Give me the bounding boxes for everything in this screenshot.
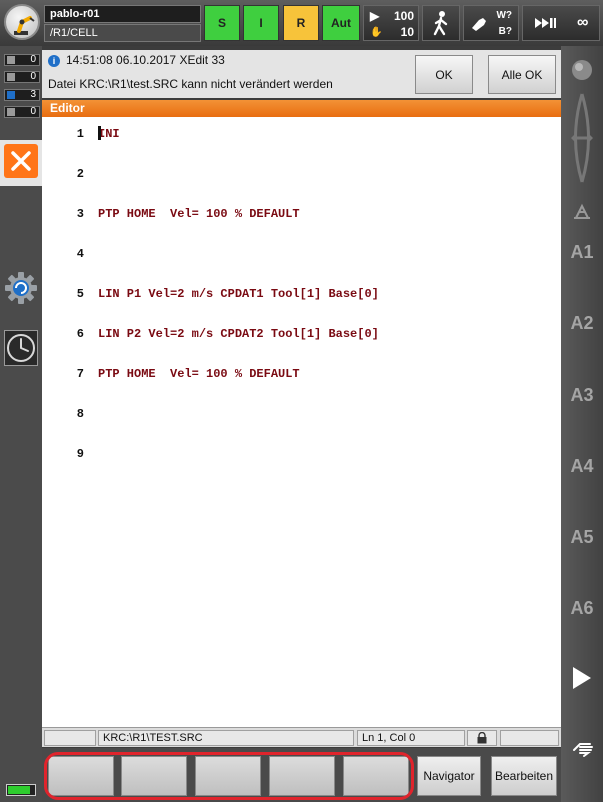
axis-a1-label[interactable]: A1 xyxy=(561,242,603,263)
ack-icon xyxy=(7,56,15,64)
line-number: 8 xyxy=(76,407,84,421)
tool-base-button[interactable]: W? B? xyxy=(463,5,519,41)
line-number: 5 xyxy=(76,287,84,301)
dialog-message-count[interactable]: 0 xyxy=(4,106,40,118)
edit-button[interactable]: Bearbeiten xyxy=(491,756,557,796)
line-number: 7 xyxy=(76,367,84,381)
all-ok-button[interactable]: Alle OK xyxy=(488,55,556,94)
base-label: B? xyxy=(498,26,512,37)
tool-icon xyxy=(472,18,486,31)
increment-button[interactable]: ∞ xyxy=(522,5,600,41)
play-icon[interactable] xyxy=(573,667,591,689)
lock-status xyxy=(467,730,497,746)
operating-mode-button[interactable]: Aut xyxy=(322,5,360,41)
axis-a6-label[interactable]: A6 xyxy=(561,598,603,619)
info-small-icon xyxy=(7,91,15,99)
line-number: 6 xyxy=(76,327,84,341)
jog-hand-icon: ✋ xyxy=(370,26,383,38)
editor-text-area[interactable]: 1 INI 2 3 PTP HOME Vel= 100 % DEFAULT 4 … xyxy=(42,117,561,727)
robot-logo-icon[interactable] xyxy=(4,4,40,40)
tool-label: W? xyxy=(496,10,512,21)
jog-type-button[interactable] xyxy=(422,5,460,41)
walking-person-icon xyxy=(433,11,448,36)
program-override-value: 100 xyxy=(393,9,414,23)
override-button[interactable]: ▶ 100 ✋ 10 xyxy=(363,5,419,41)
submit-interpreter-status[interactable]: S xyxy=(204,5,240,41)
line-number: 1 xyxy=(76,127,84,141)
dialog-icon xyxy=(7,108,15,116)
axis-a4-label[interactable]: A4 xyxy=(561,456,603,477)
axis-a5-label[interactable]: A5 xyxy=(561,527,603,548)
right-sidebar: A1 A2 A3 A4 A5 A6 xyxy=(561,46,603,802)
line-number: 3 xyxy=(76,207,84,221)
info-icon: i xyxy=(48,55,60,67)
status-cell-empty xyxy=(44,730,96,746)
settings-gear-icon[interactable] xyxy=(3,270,39,306)
close-editor-button[interactable] xyxy=(0,140,42,186)
line-number: 4 xyxy=(76,247,84,261)
highlight-annotation xyxy=(44,752,414,800)
navigator-button[interactable]: Navigator xyxy=(417,756,481,796)
drives-status[interactable]: I xyxy=(243,5,279,41)
play-small-icon: ▶ xyxy=(370,9,380,23)
world-coordinate-icon xyxy=(574,203,590,219)
axis-a2-label[interactable]: A2 xyxy=(561,313,603,334)
lock-icon xyxy=(477,732,487,744)
line-number: 2 xyxy=(76,167,84,181)
code-text: PTP HOME Vel= 100 % DEFAULT xyxy=(98,367,300,381)
increment-value: ∞ xyxy=(576,14,589,31)
file-path: KRC:\R1\TEST.SRC xyxy=(98,730,354,746)
status-message-count[interactable]: 0 xyxy=(4,71,40,83)
code-text: LIN P1 Vel=2 m/s CPDAT1 Tool[1] Base[0] xyxy=(98,287,379,301)
code-text: INI xyxy=(98,127,120,141)
editor-status-bar: KRC:\R1\TEST.SRC Ln 1, Col 0 xyxy=(42,727,561,747)
clock-icon[interactable] xyxy=(4,330,38,366)
rotation-arrows-icon[interactable] xyxy=(565,88,599,188)
ack-message-count[interactable]: 0 xyxy=(4,54,40,66)
info-message-count[interactable]: 3 xyxy=(4,89,40,101)
ok-button[interactable]: OK xyxy=(415,55,473,94)
robot-path: /R1/CELL xyxy=(44,24,201,42)
step-arrows-icon xyxy=(534,18,556,28)
robot-name: pablo-r01 xyxy=(44,5,201,23)
message-timestamp: 14:51:08 06.10.2017 XEdit 33 xyxy=(66,53,225,67)
battery-icon xyxy=(6,784,36,796)
cursor-position: Ln 1, Col 0 xyxy=(357,730,465,746)
status-icon xyxy=(7,73,15,81)
line-number: 9 xyxy=(76,447,84,461)
hand-jog-icon[interactable] xyxy=(571,738,595,758)
text-cursor xyxy=(98,126,101,140)
axis-a3-label[interactable]: A3 xyxy=(561,385,603,406)
jog-override-value: 10 xyxy=(400,25,414,39)
code-text: LIN P2 Vel=2 m/s CPDAT2 Tool[1] Base[0] xyxy=(98,327,379,341)
message-window: i 14:51:08 06.10.2017 XEdit 33 Datei KRC… xyxy=(42,50,561,98)
robot-interpreter-status[interactable]: R xyxy=(283,5,319,41)
softkey-bar: Navigator Bearbeiten xyxy=(42,748,561,802)
code-text: PTP HOME Vel= 100 % DEFAULT xyxy=(98,207,300,221)
editor-title: Editor xyxy=(42,100,561,117)
space-mouse-icon[interactable] xyxy=(570,58,594,82)
status-cell-end xyxy=(500,730,559,746)
close-icon xyxy=(4,144,38,178)
message-text: Datei KRC:\R1\test.SRC kann nicht veränd… xyxy=(48,77,333,91)
